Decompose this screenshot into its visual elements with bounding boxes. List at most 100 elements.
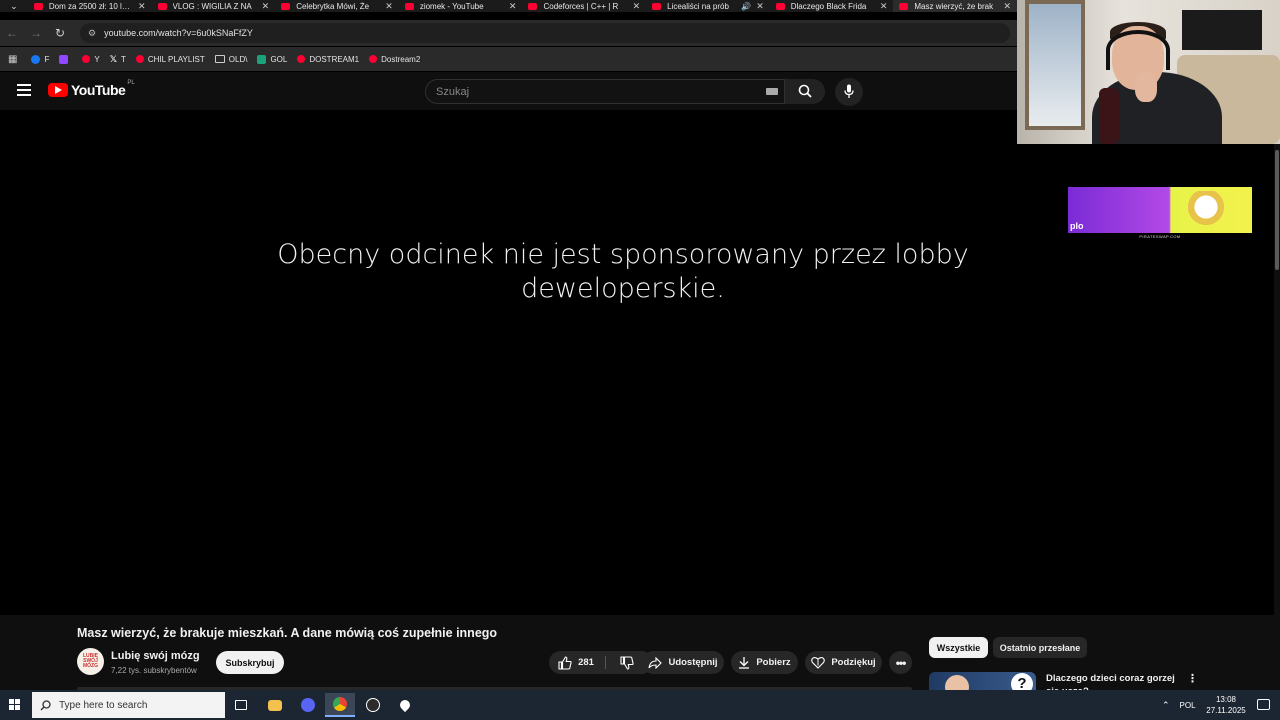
browser-tab[interactable]: ziomek - YouTube ✕	[399, 0, 523, 12]
clock-date: 27.11.2025	[1206, 706, 1246, 715]
bookmark-label: DOSTREAM1	[309, 54, 360, 64]
youtube-icon	[135, 55, 144, 63]
close-tab-icon[interactable]: ✕	[138, 1, 146, 12]
bookmark-f[interactable]: F	[31, 54, 50, 64]
browser-tab[interactable]: Dom za 2500 zł: 10 l… ✕	[28, 0, 152, 12]
close-tab-icon[interactable]: ✕	[880, 1, 888, 12]
close-tab-icon[interactable]: ✕	[262, 1, 270, 12]
chip-all[interactable]: Wszystkie	[929, 637, 988, 658]
search-button[interactable]	[785, 79, 825, 104]
bookmark-t[interactable]: 𝕏T	[110, 54, 126, 65]
task-view-icon[interactable]	[226, 693, 256, 717]
recommendation-thumbnail[interactable]: ?	[929, 672, 1036, 690]
menu-icon[interactable]	[17, 84, 31, 96]
facebook-icon	[31, 54, 41, 64]
video-title: Masz wierzyć, że brakuje mieszkań. A dan…	[77, 626, 498, 640]
like-dislike-group: 281	[549, 651, 653, 674]
clock-time: 13:08	[1215, 695, 1237, 704]
tab-title: VLOG : WIGILIA Z NA	[172, 1, 252, 11]
address-bar[interactable]: ⚙ youtube.com/watch?v=6u0kSNaFfZY	[80, 23, 1010, 43]
location-app-icon[interactable]	[390, 693, 420, 717]
mascot-image	[1184, 191, 1228, 231]
obs-icon[interactable]	[358, 693, 388, 717]
bookmark-dostream1[interactable]: DOSTREAM1	[297, 55, 359, 64]
browser-tab[interactable]: Celebrytka Mówi, Że ✕	[275, 0, 399, 12]
system-tray: ⌃ POL	[1162, 690, 1208, 720]
bookmark-dostream2[interactable]: Dostream2	[369, 55, 420, 64]
search-input[interactable]	[436, 86, 736, 98]
keyboard-icon[interactable]	[766, 88, 778, 95]
like-button[interactable]: 281	[549, 651, 603, 674]
subscriber-count: 7,22 tys. subskrybentów	[111, 666, 197, 675]
ad-banner[interactable]: plo	[1068, 187, 1252, 233]
url-text: youtube.com/watch?v=6u0kSNaFfZY	[104, 28, 253, 38]
browser-tab[interactable]: Codeforces | C++ | R ✕	[522, 0, 646, 12]
youtube-header: YouTube PL	[0, 72, 1017, 110]
tab-title: Dom za 2500 zł: 10 l…	[48, 1, 130, 11]
taskbar: ⌃ POL 13:08 27.11.2025	[0, 690, 1280, 720]
youtube-favicon-icon	[528, 2, 538, 10]
thumbs-down-icon	[620, 655, 634, 670]
tray-chevron-icon[interactable]: ⌃	[1162, 700, 1170, 711]
download-button[interactable]: Pobierz	[731, 651, 798, 674]
youtube-favicon-icon	[652, 2, 662, 10]
browser-tab[interactable]: Dlaczego Black Frida ✕	[770, 0, 894, 12]
youtube-favicon-icon	[281, 2, 291, 10]
country-code: PL	[127, 80, 135, 86]
ad-logo: plo	[1070, 221, 1084, 231]
close-tab-icon[interactable]: ✕	[1003, 1, 1011, 12]
thanks-button[interactable]: Podziękuj	[805, 651, 882, 674]
chrome-icon[interactable]	[325, 693, 355, 717]
browser-tab-active[interactable]: Masz wierzyć, że brak ✕	[893, 0, 1017, 12]
taskbar-clock[interactable]: 13:08 27.11.2025	[1204, 694, 1248, 716]
bookmark-twitch[interactable]	[59, 54, 72, 64]
more-vert-icon[interactable]: ⋮	[1187, 672, 1198, 685]
site-info-icon[interactable]: ⚙	[88, 28, 96, 39]
recommendation-title[interactable]: Dlaczego dzieci coraz gorzej się ucza?	[1046, 672, 1186, 690]
scrollbar[interactable]	[1274, 144, 1280, 690]
close-tab-icon[interactable]: ✕	[509, 1, 517, 12]
address-row: ← → ↻ ⚙ youtube.com/watch?v=6u0kSNaFfZY	[0, 20, 1017, 46]
download-icon	[739, 657, 750, 669]
microphone-icon	[844, 84, 854, 98]
bookmark-label: GOL	[270, 54, 288, 64]
forward-icon[interactable]: →	[24, 26, 48, 40]
youtube-favicon-icon	[157, 2, 167, 10]
channel-avatar[interactable]: LUBIĘ SWÓJ MÓZG	[77, 648, 104, 675]
subscribe-button[interactable]: Subskrybuj	[216, 651, 284, 674]
youtube-play-icon	[48, 83, 68, 97]
streamer-webcam	[1017, 0, 1280, 144]
close-tab-icon[interactable]: ✕	[756, 1, 764, 12]
more-actions-button[interactable]: •••	[889, 651, 912, 674]
youtube-logo[interactable]: YouTube PL	[48, 80, 135, 98]
browser-tab[interactable]: VLOG : WIGILIA Z NA ✕	[152, 0, 276, 12]
close-tab-icon[interactable]: ✕	[633, 1, 641, 12]
back-icon[interactable]: ←	[0, 26, 24, 40]
tab-search-icon[interactable]: ⌄	[0, 0, 28, 12]
thumbs-up-icon	[558, 655, 572, 670]
bookmark-label: F	[44, 54, 50, 64]
voice-search-button[interactable]	[835, 78, 863, 106]
reload-icon[interactable]: ↻	[48, 26, 72, 40]
bookmark-folder-old[interactable]: OLD\	[214, 55, 247, 64]
taskbar-search-input[interactable]	[59, 699, 209, 711]
bookmark-y[interactable]: Y	[82, 55, 100, 64]
bookmark-gol[interactable]: GOL	[257, 54, 288, 64]
chip-recently-uploaded[interactable]: Ostatnio przesłane	[993, 637, 1087, 658]
browser-tab[interactable]: Licealiści na prób 🔊 ✕	[646, 0, 770, 12]
language-indicator[interactable]: POL	[1180, 701, 1196, 710]
youtube-icon	[82, 55, 91, 63]
youtube-favicon-icon	[404, 2, 414, 10]
speaker-icon[interactable]: 🔊	[741, 2, 751, 11]
notification-icon[interactable]	[1257, 699, 1270, 710]
file-explorer-icon[interactable]	[260, 693, 290, 717]
close-tab-icon[interactable]: ✕	[385, 1, 393, 12]
channel-name[interactable]: Lubię swój mózg	[111, 650, 200, 662]
bookmark-chil-playlist[interactable]: CHIL PLAYLIST	[135, 55, 205, 64]
windows-start-icon[interactable]	[9, 699, 21, 711]
discord-icon[interactable]	[293, 693, 323, 717]
video-player[interactable]: Obecny odcinek nie jest sponsorowany prz…	[0, 110, 1280, 615]
share-button[interactable]: Udostępnij	[642, 651, 724, 674]
apps-grid-icon[interactable]: ▦	[8, 54, 17, 65]
scrollbar-thumb[interactable]	[1275, 150, 1279, 270]
